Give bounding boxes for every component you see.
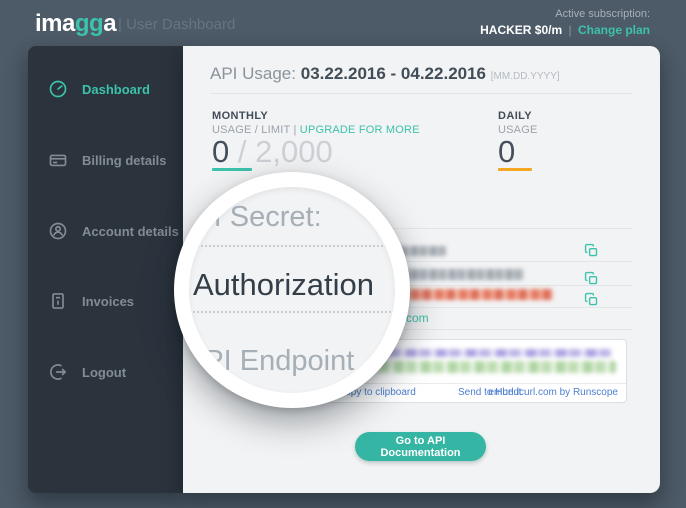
monthly-usage-value: 0 / 2,000: [212, 134, 333, 170]
go-to-api-documentation-button[interactable]: Go to API Documentation: [355, 432, 486, 461]
redacted-api-secret-value: [392, 269, 524, 280]
monthly-slash: /: [237, 134, 247, 169]
magnified-dotted-divider: [189, 311, 395, 313]
copy-api-key-icon[interactable]: [584, 243, 599, 258]
redacted-authorization-value: [387, 289, 553, 300]
copy-authorization-icon[interactable]: [584, 292, 599, 307]
magnifier-overlay: API Secret: Authorization API Endpoint: [174, 172, 410, 408]
api-usage-label: API Usage:: [210, 64, 296, 83]
daily-underline: [498, 168, 532, 171]
usage-date-range: 03.22.2016 - 04.22.2016: [300, 64, 487, 83]
daily-usage-value: 0: [498, 134, 516, 169]
magnified-dotted-divider: [189, 245, 395, 247]
header-divider: [210, 93, 632, 94]
magnifier-lens: API Secret: Authorization API Endpoint: [189, 187, 395, 393]
date-format-hint: [MM.DD.YYYY]: [490, 71, 560, 82]
embedcurl-credit-link[interactable]: embedcurl.com by Runscope: [488, 387, 618, 398]
daily-title: DAILY: [498, 110, 532, 122]
copy-api-secret-icon[interactable]: [584, 271, 599, 286]
monthly-underline: [212, 168, 252, 171]
magnified-api-endpoint-label: API Endpoint: [189, 345, 355, 377]
api-usage-heading: API Usage: 03.22.2016 - 04.22.2016 [MM.D…: [210, 64, 560, 84]
magnified-api-secret-label: API Secret:: [189, 201, 322, 233]
magnified-authorization-label: Authorization: [193, 267, 374, 302]
monthly-limit: 2,000: [255, 134, 333, 169]
monthly-title: MONTHLY: [212, 110, 269, 122]
embedcurl-footer-divider: [330, 383, 626, 384]
app-window: imagga | User Dashboard Active subscript…: [0, 0, 686, 508]
monthly-used: 0: [212, 134, 230, 169]
